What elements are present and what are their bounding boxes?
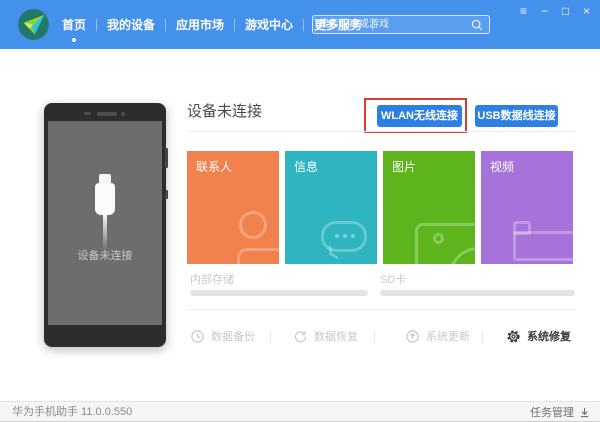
nav-item-my-device[interactable]: 我的设备	[97, 16, 165, 33]
app-logo-icon	[18, 9, 49, 40]
phone-screen: 设备未连接	[48, 121, 162, 325]
tile-pictures[interactable]: 图片	[383, 151, 475, 264]
phone-illustration: 设备未连接	[44, 103, 168, 347]
update-arrow-icon	[406, 329, 419, 343]
phone-top-bezel	[44, 111, 166, 117]
maximize-icon[interactable]: □	[560, 4, 571, 18]
nav-item-app-market[interactable]: 应用市场	[166, 16, 234, 33]
annotation-highlight-box	[364, 98, 467, 133]
action-separator	[270, 331, 271, 342]
phone-sensor	[84, 112, 91, 115]
search-box[interactable]	[312, 15, 490, 34]
menu-icon[interactable]: ≡	[518, 4, 529, 18]
action-separator	[482, 331, 483, 342]
action-separator	[374, 331, 375, 342]
phone-speaker	[97, 112, 117, 116]
internal-storage-bar	[190, 290, 368, 296]
minimize-icon[interactable]: −	[539, 4, 550, 18]
phone-status-label: 设备未连接	[77, 250, 133, 262]
usb-cable	[103, 215, 107, 251]
phone-camera	[121, 112, 125, 116]
tile-videos[interactable]: 视频	[481, 151, 573, 264]
device-status-title: 设备未连接	[187, 103, 263, 120]
internal-storage-label: 内部存储	[190, 274, 234, 286]
hisuite-window: 首页 我的设备 应用市场 游戏中心 更多服务 ≡ − □ ×	[0, 0, 600, 422]
contacts-icon	[239, 211, 267, 239]
divider	[187, 131, 575, 132]
download-icon	[580, 407, 589, 417]
sd-card-bar	[380, 290, 575, 296]
repair-gear-icon	[507, 329, 520, 343]
system-update-action: 系统更新	[405, 328, 470, 344]
window-controls: ≡ − □ ×	[518, 4, 592, 18]
data-restore-action: 数据恢复	[293, 328, 358, 344]
close-icon[interactable]: ×	[581, 4, 592, 18]
nav-item-game-center[interactable]: 游戏中心	[235, 16, 303, 33]
task-manager-button[interactable]: 任务管理	[530, 402, 590, 421]
nav-item-home[interactable]: 首页	[52, 16, 96, 42]
header-bar: 首页 我的设备 应用市场 游戏中心 更多服务 ≡ − □ ×	[0, 0, 600, 49]
usb-connect-button[interactable]: USB数据线连接	[475, 105, 558, 127]
app-version-text: 华为手机助手 11.0.0.550	[12, 406, 133, 418]
search-icon	[471, 19, 483, 30]
system-repair-action[interactable]: 系统修复	[506, 328, 571, 344]
divider	[187, 309, 575, 310]
phone-volume-button	[165, 148, 168, 168]
data-backup-action: 数据备份	[190, 328, 255, 344]
active-dot	[72, 38, 76, 42]
status-bar: 华为手机助手 11.0.0.550 任务管理	[0, 401, 600, 421]
sd-card-label: SD卡	[380, 274, 407, 286]
tile-messages[interactable]: 信息	[285, 151, 377, 264]
phone-power-button	[165, 190, 168, 199]
search-input[interactable]	[313, 16, 470, 33]
backup-clock-icon	[191, 329, 204, 343]
usb-plug-body	[95, 183, 115, 215]
restore-arrow-icon	[294, 330, 307, 342]
tile-contacts[interactable]: 联系人	[187, 151, 279, 264]
